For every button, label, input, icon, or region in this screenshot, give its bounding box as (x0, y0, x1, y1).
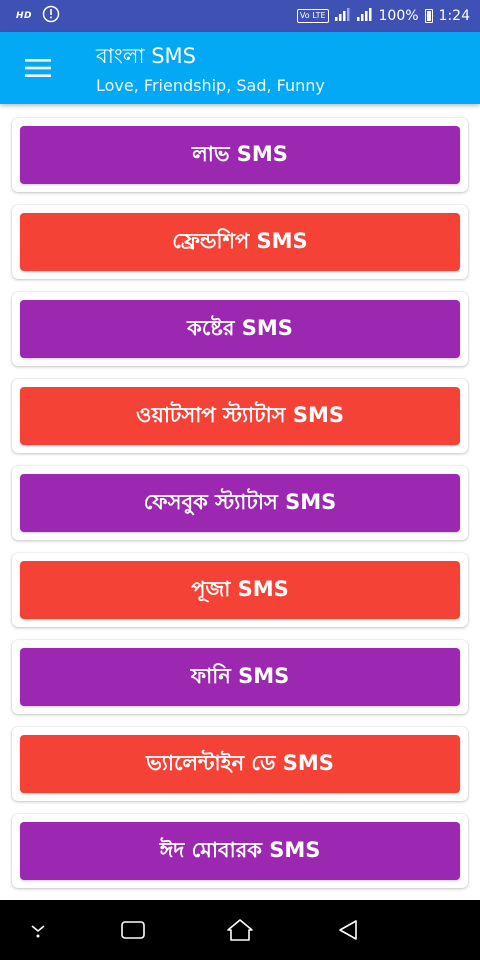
signal-icon (334, 6, 373, 26)
category-card: ঈদ মোবারক SMS (12, 814, 468, 888)
clock: 1:24 (438, 8, 470, 24)
category-button-puja[interactable]: পূজা SMS (20, 561, 460, 619)
app-title: বাংলা SMS (96, 44, 197, 68)
category-card: ফ্রেন্ডশিপ SMS (12, 205, 468, 279)
category-card: লাভ SMS (12, 118, 468, 192)
volte-indicator: Vo LTE (296, 9, 329, 23)
category-button-friendship[interactable]: ফ্রেন্ডশিপ SMS (20, 213, 460, 271)
category-card: ফানি SMS (12, 640, 468, 714)
status-bar: HD Vo LTE 100% 1:24 (0, 0, 480, 32)
battery-percentage: 100% (378, 8, 419, 24)
app-subtitle: Love, Friendship, Sad, Funny (96, 76, 325, 95)
category-card: কষ্টের SMS (12, 292, 468, 366)
category-button-eid-mubarak[interactable]: ঈদ মোবারক SMS (20, 822, 460, 880)
category-card: পূজা SMS (12, 553, 468, 627)
category-button-valentine[interactable]: ভ্যালেন্টাইন ডে SMS (20, 735, 460, 793)
category-button-love[interactable]: লাভ SMS (20, 126, 460, 184)
title-block: বাংলা SMS Love, Friendship, Sad, Funny (96, 42, 325, 98)
battery-icon (424, 9, 433, 23)
category-card: ওয়াটসাপ স্ট্যাটাস SMS (12, 379, 468, 453)
category-card: ভ্যালেন্টাইন ডে SMS (12, 727, 468, 801)
hamburger-menu-icon[interactable] (18, 48, 58, 88)
recents-icon[interactable] (117, 914, 149, 946)
category-list: লাভ SMS ফ্রেন্ডশিপ SMS কষ্টের SMS ওয়াটস… (0, 104, 480, 900)
notification-pull-icon[interactable] (22, 914, 54, 946)
info-icon (42, 5, 60, 27)
category-button-whatsapp-status[interactable]: ওয়াটসাপ স্ট্যাটাস SMS (20, 387, 460, 445)
navigation-bar (0, 900, 480, 960)
category-button-facebook-status[interactable]: ফেসবুক স্ট্যাটাস SMS (20, 474, 460, 532)
category-button-funny[interactable]: ফানি SMS (20, 648, 460, 706)
app-bar: বাংলা SMS Love, Friendship, Sad, Funny (0, 32, 480, 104)
hd-indicator: HD (16, 11, 33, 21)
category-card: ফেসবুক স্ট্যাটাস SMS (12, 466, 468, 540)
home-icon[interactable] (224, 914, 256, 946)
back-icon[interactable] (332, 914, 364, 946)
category-button-sad[interactable]: কষ্টের SMS (20, 300, 460, 358)
